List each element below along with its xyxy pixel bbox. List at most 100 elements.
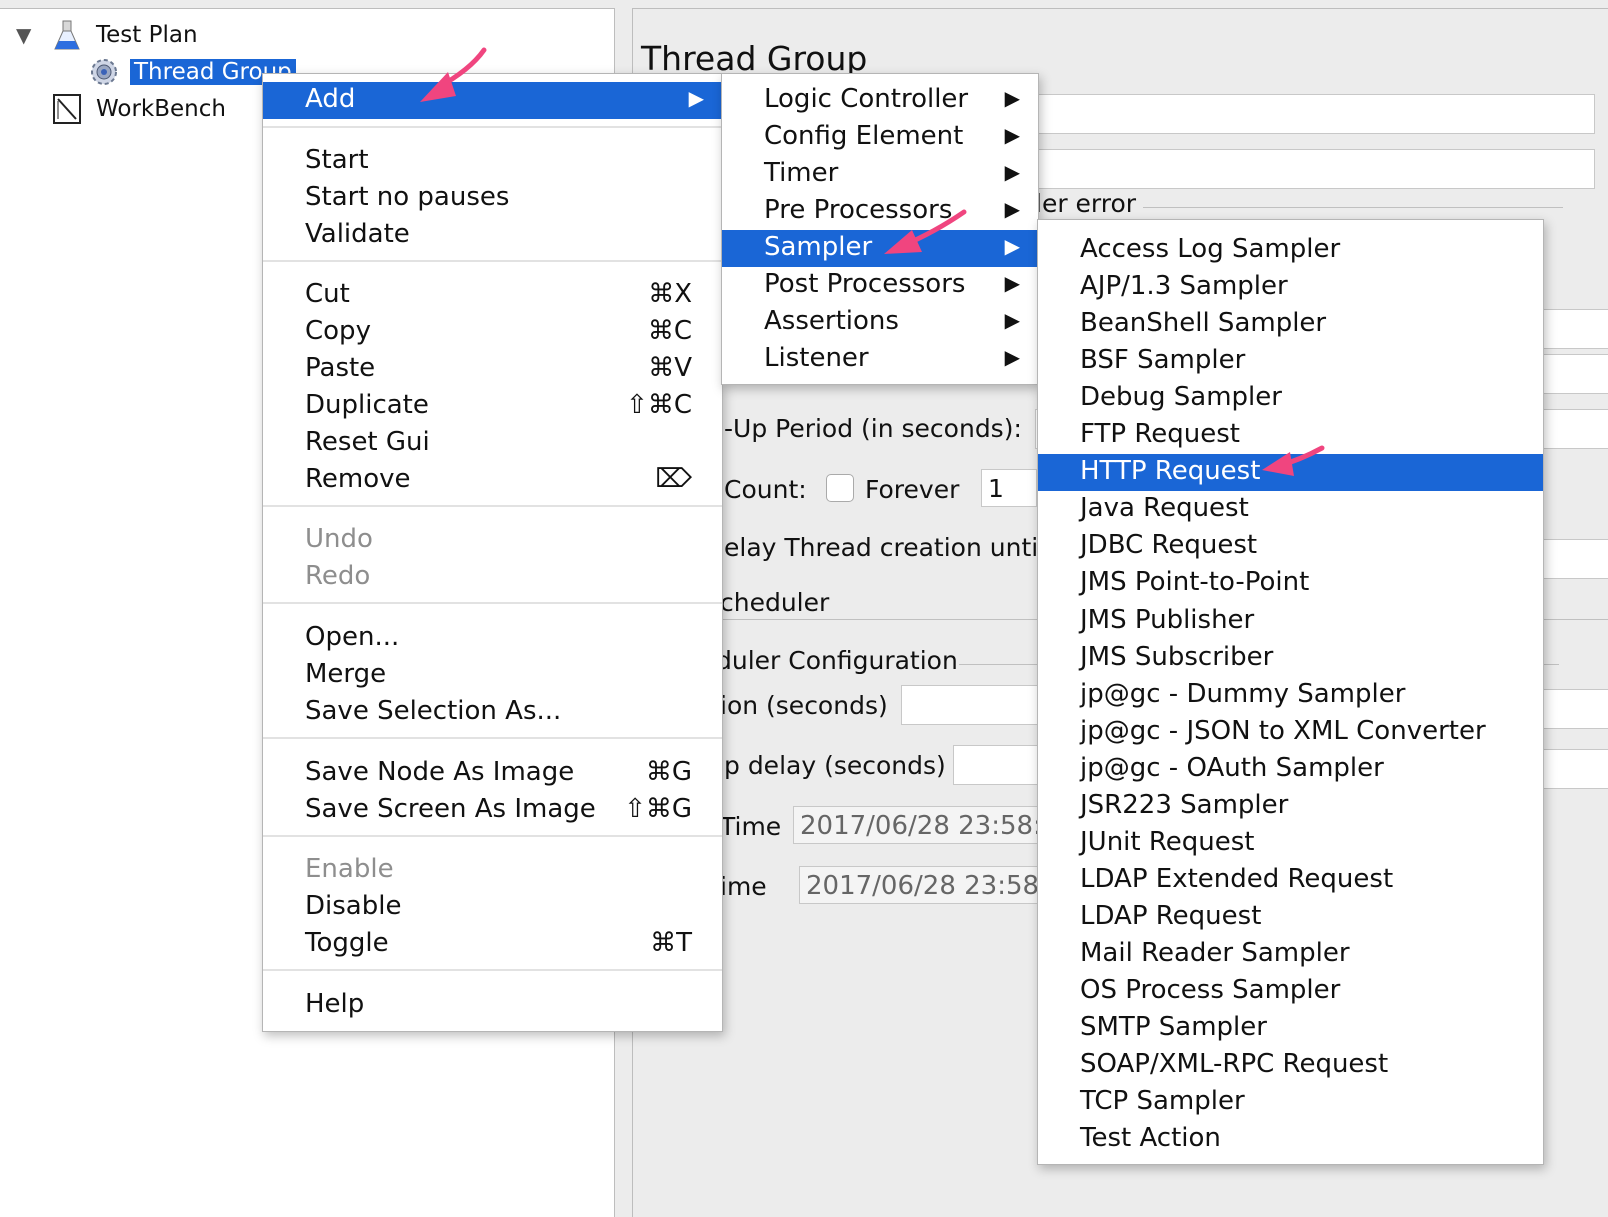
menu-separator: [263, 505, 722, 507]
submenu-item-logic-controller[interactable]: Logic Controller ▶: [722, 82, 1038, 119]
submenu-arrow-icon: ▶: [1004, 345, 1020, 369]
menu-item-reset-gui[interactable]: Reset Gui: [263, 425, 722, 462]
shortcut-label: ⌘G: [645, 757, 692, 787]
shortcut-label: ⌘X: [648, 279, 692, 309]
submenu-item-assertions[interactable]: Assertions ▶: [722, 304, 1038, 341]
menu-item-label: SOAP/XML-RPC Request: [1080, 1049, 1389, 1080]
menu-item-label: Test Action: [1080, 1123, 1221, 1154]
sampler-item-jp-gc-dummy-sampler[interactable]: jp@gc - Dummy Sampler: [1038, 677, 1543, 714]
submenu-item-pre-processors[interactable]: Pre Processors ▶: [722, 193, 1038, 230]
comments-field[interactable]: [1033, 149, 1595, 189]
menu-item-save-node-image[interactable]: Save Node As Image ⌘G: [263, 755, 722, 792]
submenu-arrow-icon: ▶: [1004, 86, 1020, 110]
end-time-field[interactable]: 2017/06/28 23:58:: [799, 866, 1043, 904]
menu-item-help[interactable]: Help: [263, 987, 722, 1024]
menu-item-enable[interactable]: Enable: [263, 852, 722, 889]
submenu-item-timer[interactable]: Timer ▶: [722, 156, 1038, 193]
rampup-label: -Up Period (in seconds):: [724, 414, 1022, 443]
menu-item-duplicate[interactable]: Duplicate ⇧⌘C: [263, 388, 722, 425]
divider: [1143, 207, 1563, 208]
scheduler-config-label: duler Configuration: [716, 646, 958, 675]
menu-item-label: Post Processors: [764, 269, 966, 299]
menu-item-copy[interactable]: Copy ⌘C: [263, 314, 722, 351]
menu-item-label: jp@gc - JSON to XML Converter: [1080, 715, 1486, 746]
sampler-item-ldap-request[interactable]: LDAP Request: [1038, 899, 1543, 936]
menu-separator: [263, 602, 722, 604]
menu-item-label: JMS Point-to-Point: [1080, 567, 1310, 598]
sampler-item-jp-gc-oauth-sampler[interactable]: jp@gc - OAuth Sampler: [1038, 751, 1543, 788]
menu-item-label: Java Request: [1080, 493, 1249, 524]
menu-item-add[interactable]: Add ▶: [263, 82, 722, 119]
submenu-item-post-processors[interactable]: Post Processors ▶: [722, 267, 1038, 304]
sampler-item-ldap-extended-request[interactable]: LDAP Extended Request: [1038, 862, 1543, 899]
menu-item-label: Reset Gui: [305, 427, 430, 457]
loop-field-ext[interactable]: [1541, 539, 1608, 579]
menu-item-label: JUnit Request: [1080, 826, 1255, 857]
menu-item-redo[interactable]: Redo: [263, 559, 722, 596]
sampler-item-os-process-sampler[interactable]: OS Process Sampler: [1038, 973, 1543, 1010]
threads-field[interactable]: [1541, 309, 1608, 349]
sampler-item-jms-point-to-point[interactable]: JMS Point-to-Point: [1038, 565, 1543, 602]
threads-field-2[interactable]: [1541, 354, 1608, 394]
startup-delay-field[interactable]: [953, 745, 1045, 785]
menu-item-cut[interactable]: Cut ⌘X: [263, 277, 722, 314]
menu-item-remove[interactable]: Remove ⌦: [263, 462, 722, 499]
menu-item-label: Mail Reader Sampler: [1080, 937, 1350, 968]
sampler-item-tcp-sampler[interactable]: TCP Sampler: [1038, 1084, 1543, 1121]
sampler-item-mail-reader-sampler[interactable]: Mail Reader Sampler: [1038, 936, 1543, 973]
sampler-item-debug-sampler[interactable]: Debug Sampler: [1038, 380, 1543, 417]
submenu-item-listener[interactable]: Listener ▶: [722, 341, 1038, 378]
menu-item-disable[interactable]: Disable: [263, 889, 722, 926]
submenu-arrow-icon: ▶: [1004, 271, 1020, 295]
sampler-item-java-request[interactable]: Java Request: [1038, 491, 1543, 528]
rampup-field-ext[interactable]: [1541, 409, 1608, 449]
menu-item-label: FTP Request: [1080, 419, 1240, 450]
start-time-field[interactable]: 2017/06/28 23:58:: [793, 806, 1043, 844]
sampler-item-jsr223-sampler[interactable]: JSR223 Sampler: [1038, 788, 1543, 825]
context-menu: Add ▶ Start Start no pauses Validate Cut…: [262, 73, 723, 1032]
submenu-item-sampler[interactable]: Sampler ▶: [722, 230, 1038, 267]
delay-field-ext[interactable]: [1541, 749, 1608, 789]
menu-item-start-no-pauses[interactable]: Start no pauses: [263, 180, 722, 217]
sampler-item-jms-publisher[interactable]: JMS Publisher: [1038, 603, 1543, 640]
menu-item-open[interactable]: Open...: [263, 620, 722, 657]
sampler-item-test-action[interactable]: Test Action: [1038, 1121, 1543, 1158]
menu-item-start[interactable]: Start: [263, 143, 722, 180]
menu-item-label: Start: [305, 145, 369, 175]
menu-item-label: HTTP Request: [1080, 456, 1261, 487]
submenu-arrow-icon: ▶: [1004, 308, 1020, 332]
menu-item-save-screen-image[interactable]: Save Screen As Image ⇧⌘G: [263, 792, 722, 829]
loop-count-label: Count:: [724, 475, 807, 504]
tree-item-workbench[interactable]: WorkBench: [52, 91, 230, 127]
sampler-item-bsf-sampler[interactable]: BSF Sampler: [1038, 343, 1543, 380]
sampler-item-soap-xml-rpc-request[interactable]: SOAP/XML-RPC Request: [1038, 1047, 1543, 1084]
menu-item-save-selection[interactable]: Save Selection As...: [263, 694, 722, 731]
sampler-item-beanshell-sampler[interactable]: BeanShell Sampler: [1038, 306, 1543, 343]
sampler-item-access-log-sampler[interactable]: Access Log Sampler: [1038, 232, 1543, 269]
duration-field-ext[interactable]: [1541, 689, 1608, 729]
expand-triangle-icon[interactable]: ▼: [16, 23, 31, 47]
loop-count-field[interactable]: 1: [981, 469, 1037, 507]
menu-item-label: BSF Sampler: [1080, 345, 1246, 376]
start-time-label: Time: [720, 812, 782, 841]
menu-item-validate[interactable]: Validate: [263, 217, 722, 254]
sampler-item-http-request[interactable]: HTTP Request: [1038, 454, 1543, 492]
sampler-item-jdbc-request[interactable]: JDBC Request: [1038, 528, 1543, 565]
sampler-item-smtp-sampler[interactable]: SMTP Sampler: [1038, 1010, 1543, 1047]
menu-item-label: Save Screen As Image: [305, 794, 596, 824]
sampler-item-ajp-1-3-sampler[interactable]: AJP/1.3 Sampler: [1038, 269, 1543, 306]
sampler-item-junit-request[interactable]: JUnit Request: [1038, 825, 1543, 862]
forever-checkbox[interactable]: [826, 474, 854, 502]
menu-item-undo[interactable]: Undo: [263, 522, 722, 559]
sampler-item-jms-subscriber[interactable]: JMS Subscriber: [1038, 640, 1543, 677]
tree-item-test-plan[interactable]: Test Plan: [52, 17, 202, 53]
name-field[interactable]: [1033, 94, 1595, 134]
duration-field[interactable]: [901, 685, 1043, 725]
menu-item-label: Access Log Sampler: [1080, 234, 1341, 264]
menu-item-toggle[interactable]: Toggle ⌘T: [263, 926, 722, 963]
submenu-item-config-element[interactable]: Config Element ▶: [722, 119, 1038, 156]
sampler-item-ftp-request[interactable]: FTP Request: [1038, 417, 1543, 454]
sampler-item-jp-gc-json-to-xml-converter[interactable]: jp@gc - JSON to XML Converter: [1038, 714, 1543, 751]
menu-item-merge[interactable]: Merge: [263, 657, 722, 694]
menu-item-paste[interactable]: Paste ⌘V: [263, 351, 722, 388]
